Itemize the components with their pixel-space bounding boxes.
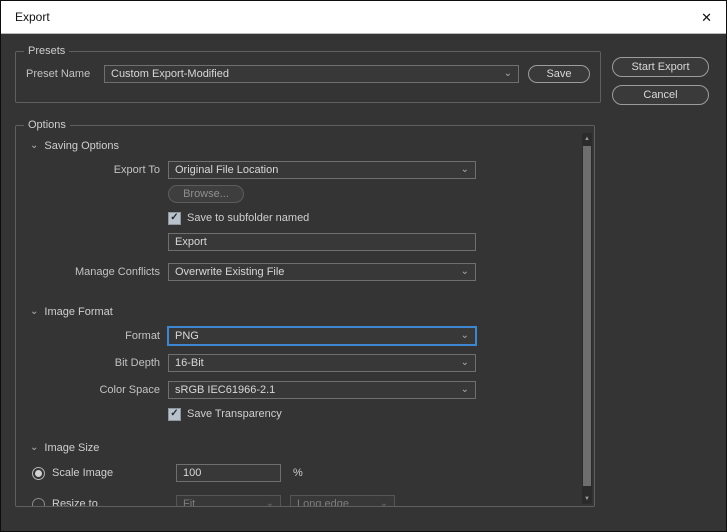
titlebar: Export ✕ <box>1 1 726 34</box>
chevron-down-icon: ⌄ <box>460 330 469 341</box>
long-edge-value: Long edge <box>297 498 349 506</box>
section-image-format-label: Image Format <box>44 306 113 318</box>
color-space-value: sRGB IEC61966-2.1 <box>175 384 276 396</box>
scroll-up-icon[interactable]: ▲ <box>582 133 592 144</box>
long-edge-select[interactable]: Long edge ⌄ <box>290 495 395 506</box>
subfolder-checkbox-label: Save to subfolder named <box>187 212 310 224</box>
chevron-down-icon: ⌄ <box>30 442 39 453</box>
bit-depth-select[interactable]: 16-Bit ⌄ <box>168 354 476 372</box>
scrollbar-thumb[interactable] <box>583 146 591 486</box>
transparency-checkbox-label: Save Transparency <box>187 408 282 420</box>
chevron-down-icon: ⌄ <box>460 266 469 277</box>
manage-conflicts-label: Manage Conflicts <box>75 266 160 278</box>
save-button[interactable]: Save <box>528 65 590 83</box>
options-group: Options ⌄ Saving Options Export To Origi… <box>15 119 595 507</box>
format-label: Format <box>125 330 160 342</box>
chevron-down-icon: ⌄ <box>460 357 469 368</box>
bit-depth-row: Bit Depth 16-Bit ⌄ <box>28 354 594 372</box>
subfolder-name-row <box>28 233 594 251</box>
scale-image-radio-cell: Scale Image <box>28 466 176 480</box>
browse-button[interactable]: Browse... <box>168 185 244 203</box>
export-to-select[interactable]: Original File Location ⌄ <box>168 161 476 179</box>
export-to-label: Export To <box>113 164 160 176</box>
options-scrollbar[interactable]: ▲ ▼ <box>582 133 592 504</box>
resize-to-row: Resize to Fit ⌄ Long edge ⌄ <box>28 495 594 506</box>
chevron-down-icon: ⌄ <box>460 384 469 395</box>
subfolder-checkbox[interactable]: ✓ <box>168 211 181 225</box>
start-export-button[interactable]: Start Export <box>612 57 709 77</box>
scale-percent-input[interactable] <box>176 464 281 482</box>
format-value: PNG <box>175 330 199 342</box>
format-select[interactable]: PNG ⌄ <box>168 327 476 345</box>
section-image-format[interactable]: ⌄ Image Format <box>30 305 594 319</box>
chevron-down-icon: ⌄ <box>379 498 388 507</box>
dialog-title: Export <box>15 10 50 24</box>
transparency-checkbox[interactable]: ✓ <box>168 407 181 421</box>
scale-image-row: Scale Image % <box>28 463 594 483</box>
resize-to-radio-cell: Resize to <box>28 497 176 506</box>
presets-group: Presets Preset Name Custom Export-Modifi… <box>15 45 601 103</box>
export-dialog: Export ✕ Presets Preset Name Custom Expo… <box>0 0 727 532</box>
section-saving-options-label: Saving Options <box>44 140 119 152</box>
color-space-select[interactable]: sRGB IEC61966-2.1 ⌄ <box>168 381 476 399</box>
browse-row: Browse... <box>28 185 594 203</box>
preset-name-label: Preset Name <box>26 68 91 80</box>
cancel-button[interactable]: Cancel <box>612 85 709 105</box>
chevron-down-icon: ⌄ <box>265 498 274 507</box>
preset-name-select[interactable]: Custom Export-Modified ⌄ <box>104 65 519 83</box>
manage-conflicts-value: Overwrite Existing File <box>175 266 285 278</box>
fit-value: Fit <box>183 498 196 506</box>
check-icon: ✓ <box>170 212 179 223</box>
scale-image-radio[interactable] <box>32 466 45 480</box>
options-content: ⌄ Saving Options Export To Original File… <box>16 131 594 506</box>
format-row: Format PNG ⌄ <box>28 327 594 345</box>
chevron-down-icon: ⌄ <box>30 306 39 317</box>
scale-image-label: Scale Image <box>52 467 114 479</box>
radio-dot <box>35 469 42 477</box>
section-saving-options[interactable]: ⌄ Saving Options <box>30 139 594 153</box>
chevron-down-icon: ⌄ <box>30 140 39 151</box>
manage-conflicts-row: Manage Conflicts Overwrite Existing File… <box>28 263 594 281</box>
export-to-row: Export To Original File Location ⌄ <box>28 161 594 179</box>
subfolder-name-input[interactable] <box>168 233 476 251</box>
preset-row: Preset Name Custom Export-Modified ⌄ Sav… <box>16 57 600 83</box>
section-image-size-label: Image Size <box>44 442 100 454</box>
transparency-checkbox-row: ✓ Save Transparency <box>28 407 594 421</box>
color-space-label: Color Space <box>99 384 160 396</box>
percent-label: % <box>293 467 303 479</box>
dialog-actions: Start Export Cancel <box>612 57 709 105</box>
fit-select[interactable]: Fit ⌄ <box>176 495 281 506</box>
section-image-size[interactable]: ⌄ Image Size <box>30 441 594 455</box>
scroll-down-icon[interactable]: ▼ <box>582 493 592 504</box>
close-icon[interactable]: ✕ <box>701 11 712 24</box>
check-icon: ✓ <box>170 408 179 419</box>
chevron-down-icon: ⌄ <box>460 164 469 175</box>
bit-depth-value: 16-Bit <box>175 357 204 369</box>
bit-depth-label: Bit Depth <box>114 357 160 369</box>
presets-group-label: Presets <box>28 45 66 57</box>
preset-name-value: Custom Export-Modified <box>111 68 229 80</box>
export-to-value: Original File Location <box>175 164 279 176</box>
resize-to-label: Resize to <box>52 498 98 506</box>
chevron-down-icon: ⌄ <box>503 68 512 79</box>
resize-to-radio[interactable] <box>32 497 45 506</box>
color-space-row: Color Space sRGB IEC61966-2.1 ⌄ <box>28 381 594 399</box>
manage-conflicts-select[interactable]: Overwrite Existing File ⌄ <box>168 263 476 281</box>
subfolder-checkbox-row: ✓ Save to subfolder named <box>28 211 594 225</box>
options-group-label: Options <box>28 119 66 131</box>
